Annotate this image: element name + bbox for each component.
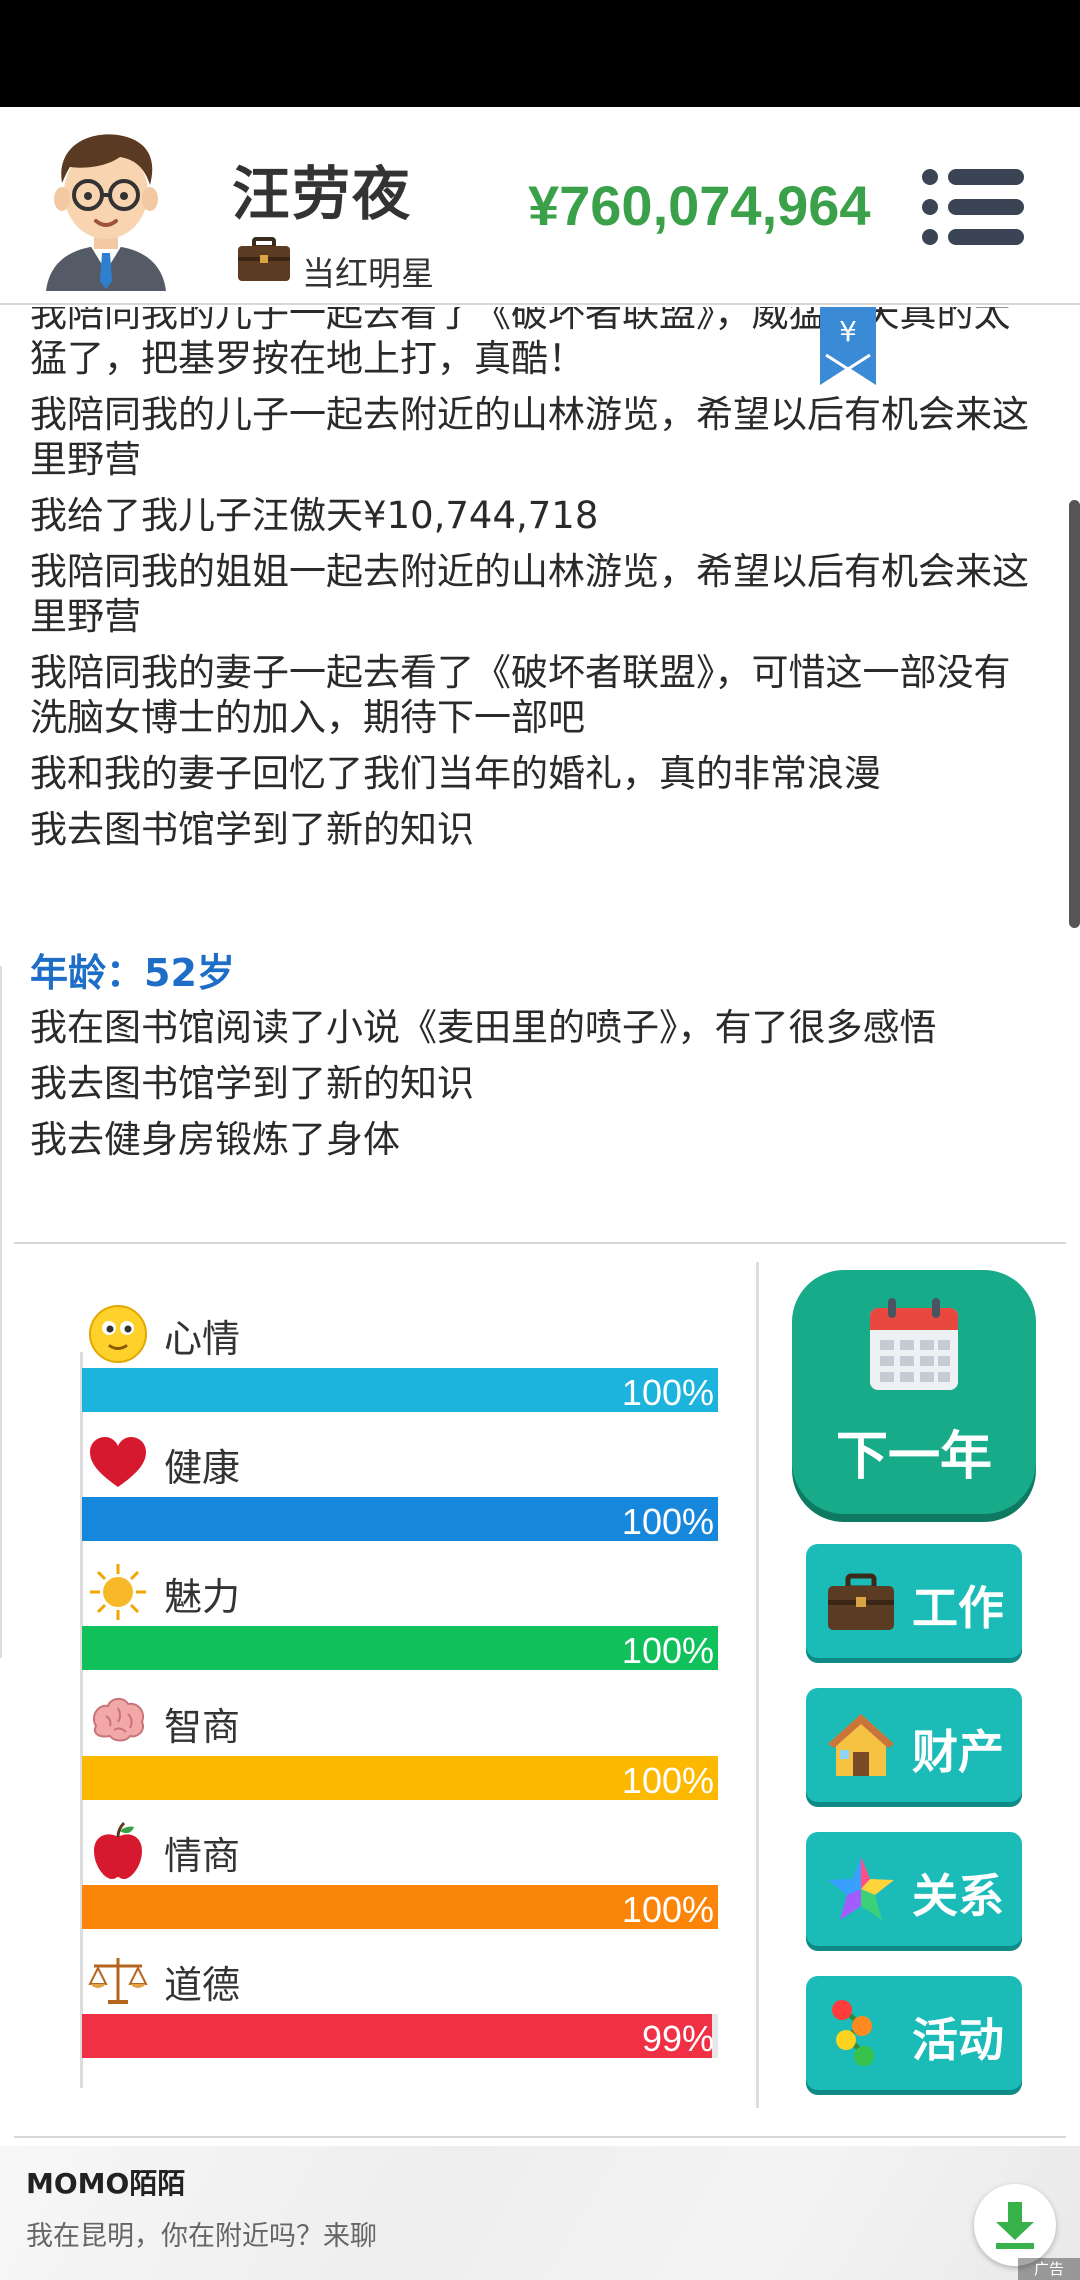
vertical-divider (756, 1262, 759, 2108)
stat-3: 智商 100% (82, 1686, 718, 1801)
log-entries-after: 我在图书馆阅读了小说《麦田里的喷子》，有了很多感悟 我去图书馆学到了新的知识 我去健… (30, 1005, 1040, 1162)
stat-1: 健康 100% (82, 1427, 718, 1542)
activity-label: 活动 (912, 2013, 1004, 2067)
stat-bar-fill (82, 2014, 712, 2058)
sun-icon (88, 1562, 148, 1622)
log-entry: 我和我的妻子回忆了我们当年的婚礼，真的非常浪漫 (30, 752, 881, 795)
download-icon (996, 2202, 1034, 2249)
stat-label: 心情 (164, 1317, 241, 1361)
apple-icon (88, 1821, 148, 1881)
log-entry: 我去图书馆学到了新的知识 (30, 1062, 474, 1105)
scale-icon (88, 1950, 148, 2010)
log-entry: 我去健身房锻炼了身体 (30, 1118, 400, 1161)
relations-label: 关系 (912, 1869, 1004, 1923)
stat-header: 魅力 (82, 1556, 718, 1626)
next-year-label: 下一年 (835, 1427, 992, 1487)
stat-label: 智商 (164, 1705, 241, 1749)
stat-bar: 100% (82, 1756, 718, 1801)
stat-0: 心情 100% (82, 1298, 718, 1413)
brain-icon (88, 1692, 148, 1752)
stat-5: 道德 99% (82, 1944, 718, 2059)
activity-icon (832, 2000, 874, 2066)
work-button[interactable]: 工作 (806, 1544, 1022, 1658)
download-button[interactable] (974, 2184, 1056, 2266)
divider (14, 2136, 1066, 2138)
stat-label: 魅力 (164, 1575, 241, 1619)
money-bookmark-icon[interactable]: ¥ (820, 307, 876, 385)
work-label: 工作 (912, 1581, 1004, 1635)
property-button[interactable]: 财产 (806, 1688, 1022, 1802)
next-year-button[interactable]: 下一年 (792, 1270, 1036, 1514)
stat-bar: 100% (82, 1497, 718, 1542)
stat-label: 道德 (164, 1963, 241, 2007)
log-entries-before: 我陪同我的儿子一起去看了《破坏者联盟》，威猛霸天真的太猛了，把基罗按在地上打，真… (30, 307, 1040, 852)
status-bar (0, 0, 1080, 107)
stat-header: 道德 (82, 1944, 718, 2014)
heart-icon (88, 1433, 148, 1493)
stat-value: 100% (621, 1501, 714, 1542)
log-entry: 我陪同我的姐姐一起去附近的山林游览，希望以后有机会来这里野营 (30, 550, 1029, 638)
avatar[interactable] (40, 121, 172, 291)
ad-label: 广告 (1018, 2258, 1080, 2280)
log-entry: 我给了我儿子汪傲天¥10,744,718 (30, 494, 599, 537)
life-event-log[interactable]: 我陪同我的儿子一起去看了《破坏者联盟》，威猛霸天真的太猛了，把基罗按在地上打，真… (0, 307, 1080, 1242)
smiley-icon (88, 1304, 148, 1364)
stat-label: 情商 (164, 1834, 241, 1878)
log-entry: 我陪同我的儿子一起去附近的山林游览，希望以后有机会来这里野营 (30, 393, 1029, 481)
bookmark-symbol: ¥ (839, 315, 857, 348)
age-heading: 年龄：52岁 (30, 951, 235, 995)
ad-banner[interactable]: MOMO陌陌 我在昆明，你在附近吗？来聊 广告 (0, 2146, 1080, 2280)
stat-header: 情商 (82, 1815, 718, 1885)
ad-title: MOMO陌陌 (26, 2167, 186, 2200)
stat-header: 健康 (82, 1427, 718, 1497)
calendar-icon (870, 1298, 958, 1390)
profile-header: 汪劳夜 当红明星 ¥760,074,964 (0, 107, 1080, 305)
activity-button[interactable]: 活动 (806, 1976, 1022, 2090)
left-edge-divider (0, 966, 8, 1658)
character-name: 汪劳夜 (232, 160, 413, 228)
menu-icon[interactable] (920, 165, 1024, 249)
job-title: 当红明星 (302, 254, 434, 293)
stat-header: 智商 (82, 1686, 718, 1756)
stat-value: 100% (621, 1760, 714, 1801)
stat-bar: 100% (82, 1368, 718, 1413)
property-label: 财产 (912, 1725, 1004, 1779)
relations-button[interactable]: 关系 (806, 1832, 1022, 1946)
stat-value: 100% (621, 1630, 714, 1671)
log-entry: 我在图书馆阅读了小说《麦田里的喷子》，有了很多感悟 (30, 1006, 937, 1049)
briefcase-icon (238, 237, 290, 281)
stat-value: 100% (621, 1372, 714, 1413)
ad-subtitle: 我在昆明，你在附近吗？来聊 (26, 2221, 377, 2252)
log-entry: 我陪同我的儿子一起去看了《破坏者联盟》，威猛霸天真的太猛了，把基罗按在地上打，真… (30, 307, 1011, 380)
stat-label: 健康 (164, 1446, 241, 1490)
stat-value: 99% (641, 2018, 714, 2059)
log-entry: 我去图书馆学到了新的知识 (30, 808, 474, 851)
briefcase-icon (828, 1573, 894, 1630)
stat-bar: 100% (82, 1885, 718, 1930)
money-balance: ¥760,074,964 (528, 174, 871, 237)
stat-header: 心情 (82, 1298, 718, 1368)
house-icon (828, 1714, 894, 1776)
stat-bar: 99% (82, 2014, 718, 2059)
divider (14, 1242, 1066, 1244)
scrollbar-thumb[interactable] (1069, 500, 1080, 928)
stat-4: 情商 100% (82, 1815, 718, 1930)
stat-2: 魅力 100% (82, 1556, 718, 1671)
stat-bar: 100% (82, 1626, 718, 1671)
log-entry: 我陪同我的妻子一起去看了《破坏者联盟》，可惜这一部没有洗脑女博士的加入，期待下一… (30, 651, 1011, 739)
stat-value: 100% (621, 1889, 714, 1930)
star-icon (828, 1857, 894, 1920)
